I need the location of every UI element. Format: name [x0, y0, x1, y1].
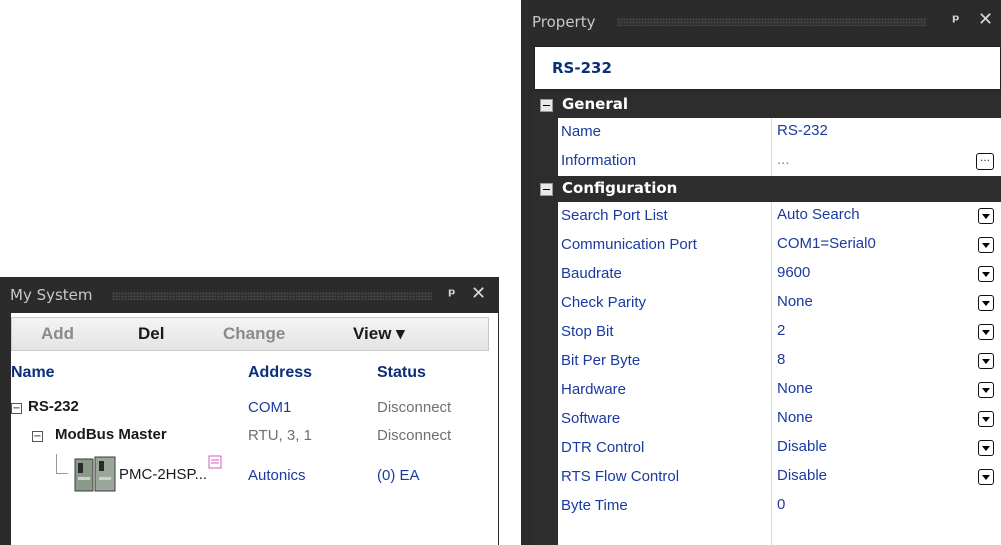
selected-object-name: RS-232 — [552, 59, 612, 77]
dropdown-arrow-icon[interactable] — [978, 266, 994, 282]
collapse-icon[interactable]: − — [32, 431, 43, 442]
property-row-information[interactable]: Information ... … — [558, 147, 1001, 176]
my-system-body: Add Del Change View ▾ Name Address Statu… — [11, 313, 498, 545]
category-configuration[interactable]: Configuration — [534, 176, 1001, 202]
property-key: Hardware — [561, 381, 627, 398]
property-row-check-parity[interactable]: Check Parity None — [558, 289, 1001, 318]
property-value[interactable]: 2 — [777, 322, 785, 339]
category-label: Configuration — [562, 179, 678, 197]
property-value[interactable]: COM1=Serial0 — [777, 235, 876, 252]
property-key: Software — [561, 410, 621, 427]
close-icon[interactable]: ✕ — [471, 283, 486, 304]
plc-module-icon — [74, 456, 116, 492]
tree-row-address: Autonics — [248, 467, 306, 484]
property-key: Check Parity — [561, 294, 647, 311]
property-value[interactable]: 8 — [777, 351, 785, 368]
property-row-software[interactable]: Software None — [558, 405, 1001, 434]
collapse-icon[interactable]: − — [11, 403, 22, 414]
dropdown-arrow-icon[interactable] — [978, 440, 994, 456]
dropdown-arrow-icon[interactable] — [978, 382, 994, 398]
property-value[interactable]: None — [777, 409, 813, 426]
my-system-title: My System — [10, 286, 93, 304]
property-row-dtr-control[interactable]: DTR Control Disable — [558, 434, 1001, 463]
property-row-communication-port[interactable]: Communication Port COM1=Serial0 — [558, 231, 1001, 260]
del-button[interactable]: Del — [138, 324, 164, 344]
tree-row-address: RTU, 3, 1 — [248, 427, 312, 444]
tree-row-status: Disconnect — [377, 427, 452, 444]
dropdown-arrow-icon[interactable] — [978, 353, 994, 369]
column-header-address[interactable]: Address — [248, 364, 312, 382]
property-key: RTS Flow Control — [561, 468, 680, 485]
view-menu-button[interactable]: View ▾ — [353, 324, 405, 344]
property-titlebar: Property ᵖ ✕ — [521, 0, 1001, 40]
property-title: Property — [532, 13, 596, 31]
property-value[interactable]: 0 — [777, 496, 785, 513]
my-system-titlebar: My System ᵖ ✕ — [0, 277, 499, 313]
tree-row-status: Disconnect — [377, 399, 452, 416]
titlebar-grip — [617, 18, 927, 26]
property-key: Stop Bit — [561, 323, 614, 340]
my-system-toolbar: Add Del Change View ▾ — [11, 317, 489, 351]
property-row-stop-bit[interactable]: Stop Bit 2 — [558, 318, 1001, 347]
column-header-name[interactable]: Name — [11, 364, 55, 382]
grid-gutter — [534, 202, 558, 545]
category-general[interactable]: General — [534, 92, 1001, 118]
property-row-bit-per-byte[interactable]: Bit Per Byte 8 — [558, 347, 1001, 376]
property-key: Byte Time — [561, 497, 628, 514]
dropdown-arrow-icon[interactable] — [978, 411, 994, 427]
property-value[interactable]: Disable — [777, 467, 827, 484]
change-button[interactable]: Change — [223, 324, 285, 344]
tree-line — [56, 473, 68, 474]
property-value[interactable]: Auto Search — [777, 206, 860, 223]
property-row-byte-time[interactable]: Byte Time 0 — [558, 492, 1001, 521]
property-row-rts-flow-control[interactable]: RTS Flow Control Disable — [558, 463, 1001, 492]
my-system-panel: My System ᵖ ✕ Add Del Change View ▾ Name… — [0, 277, 499, 545]
tree-row-name: ModBus Master — [55, 426, 167, 443]
property-row-baudrate[interactable]: Baudrate 9600 — [558, 260, 1001, 289]
category-label: General — [562, 95, 628, 113]
pin-icon[interactable]: ᵖ — [448, 285, 456, 304]
dropdown-arrow-icon[interactable] — [978, 208, 994, 224]
property-row-search-port-list[interactable]: Search Port List Auto Search — [558, 202, 1001, 231]
property-row-hardware[interactable]: Hardware None — [558, 376, 1001, 405]
property-key: DTR Control — [561, 439, 645, 456]
property-key: Baudrate — [561, 265, 622, 282]
tree-row-name: RS-232 — [28, 398, 79, 415]
property-value[interactable]: ... — [777, 151, 790, 168]
collapse-icon[interactable] — [540, 99, 553, 112]
tree-line — [56, 454, 57, 473]
selected-object-header: RS-232 — [534, 46, 1001, 90]
property-key: Information — [561, 152, 637, 169]
note-icon — [208, 455, 222, 469]
property-panel: Property ᵖ ✕ RS-232 General Name RS-232 … — [521, 0, 1001, 545]
grid-gutter — [534, 118, 558, 176]
dropdown-arrow-icon[interactable] — [978, 469, 994, 485]
titlebar-grip — [112, 292, 432, 300]
tree-row-address: COM1 — [248, 399, 292, 416]
close-icon[interactable]: ✕ — [978, 9, 993, 30]
property-key: Name — [561, 123, 602, 140]
dropdown-arrow-icon[interactable] — [978, 295, 994, 311]
ellipsis-button[interactable]: … — [976, 153, 994, 170]
property-grid: General Name RS-232 Information ... … Co… — [534, 92, 1001, 545]
property-key: Search Port List — [561, 207, 668, 224]
dropdown-arrow-icon[interactable] — [978, 237, 994, 253]
dropdown-arrow-icon[interactable] — [978, 324, 994, 340]
property-value[interactable]: Disable — [777, 438, 827, 455]
add-button[interactable]: Add — [41, 324, 74, 344]
pin-icon[interactable]: ᵖ — [952, 11, 960, 30]
property-key: Communication Port — [561, 236, 697, 253]
tree-row-status: (0) EA — [377, 467, 420, 484]
tree-row-name: PMC-2HSP... — [119, 466, 208, 483]
property-value[interactable]: RS-232 — [777, 122, 828, 139]
property-key: Bit Per Byte — [561, 352, 641, 369]
property-value[interactable]: None — [777, 380, 813, 397]
column-header-status[interactable]: Status — [377, 364, 426, 382]
property-row-name[interactable]: Name RS-232 — [558, 118, 1001, 147]
collapse-icon[interactable] — [540, 183, 553, 196]
property-value[interactable]: None — [777, 293, 813, 310]
property-value[interactable]: 9600 — [777, 264, 810, 281]
